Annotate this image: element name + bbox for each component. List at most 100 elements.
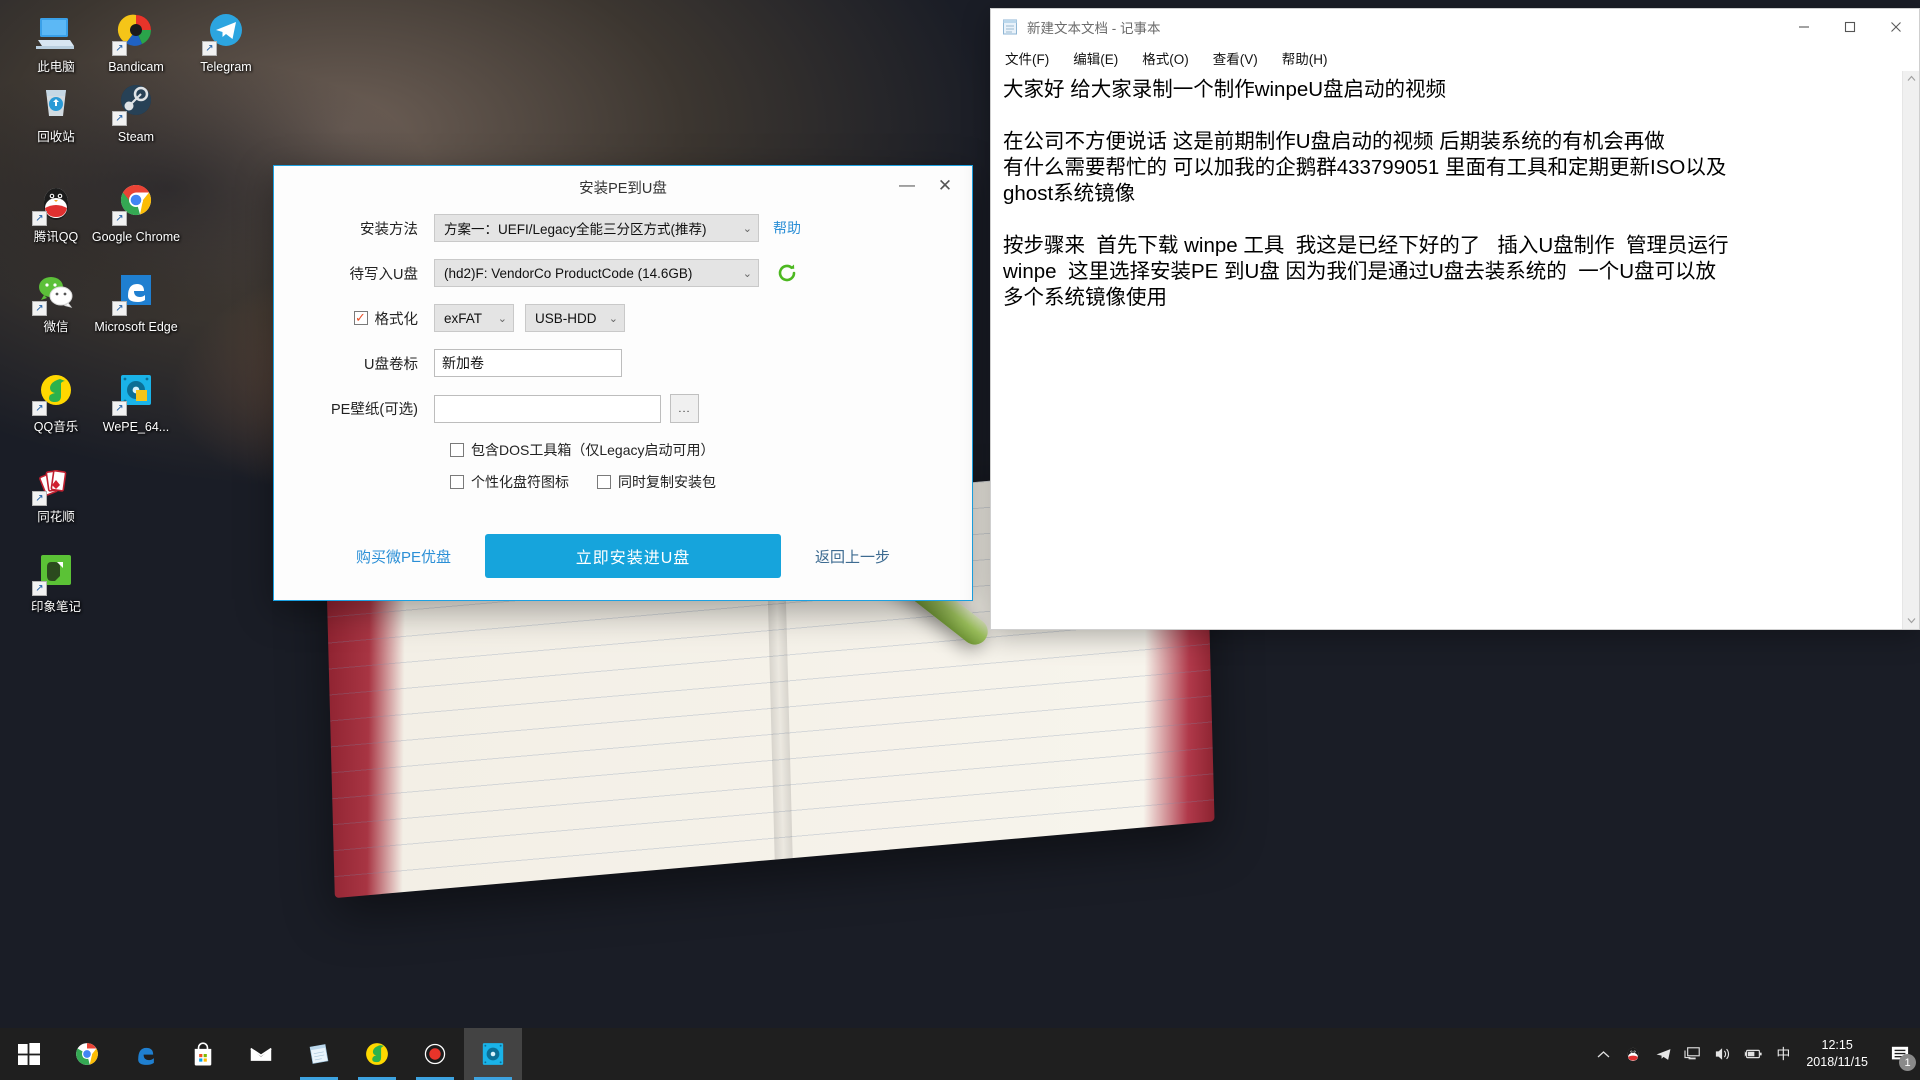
notepad-text-area[interactable]: 大家好 给大家录制一个制作winpeU盘启动的视频 在公司不方便说话 这是前期制… — [991, 71, 1902, 629]
taskbar[interactable]: 中 12:15 2018/11/15 1 — [0, 1028, 1920, 1080]
desktop-icon-wepe[interactable]: ↗ WePE_64... — [88, 368, 184, 435]
tray-tencent-qq-icon[interactable] — [1618, 1028, 1648, 1080]
install-now-button[interactable]: 立即安装进U盘 — [485, 534, 781, 578]
tencent-qq-icon: ↗ — [32, 178, 80, 226]
chevron-down-icon: ⌄ — [742, 267, 752, 280]
notepad-scrollbar[interactable] — [1902, 71, 1919, 629]
clock-date: 2018/11/15 — [1806, 1055, 1868, 1069]
notepad-window-controls — [1781, 9, 1919, 45]
back-link[interactable]: 返回上一步 — [815, 546, 890, 567]
desktop-icon-label: Bandicam — [108, 60, 164, 74]
taskbar-clock[interactable]: 12:15 2018/11/15 — [1798, 1028, 1880, 1080]
notification-count-badge: 1 — [1899, 1054, 1916, 1071]
taskbar-chrome[interactable] — [58, 1028, 116, 1080]
desktop-icon-google-chrome[interactable]: ↗ Google Chrome — [88, 178, 184, 245]
desktop-icon-steam[interactable]: ↗ Steam — [88, 78, 184, 145]
desktop-icon-evernote[interactable]: ↗ 印象笔记 — [8, 548, 104, 615]
dialog-titlebar[interactable]: 安装PE到U盘 — ✕ — [274, 166, 972, 206]
taskbar-bandicam[interactable] — [406, 1028, 464, 1080]
install-pe-dialog[interactable]: 安装PE到U盘 — ✕ 安装方法 方案一：UEFI/Legacy全能三分区方式(… — [273, 165, 973, 601]
format-checkbox[interactable] — [353, 311, 368, 325]
taskbar-qqmusic[interactable] — [348, 1028, 406, 1080]
boot-mode-select[interactable]: USB-HDD ⌄ — [525, 304, 625, 332]
target-usb-select[interactable]: (hd2)F: VendorCo ProductCode (14.6GB) ⌄ — [434, 259, 759, 287]
shortcut-arrow-icon: ↗ — [112, 111, 127, 126]
volume-label-input[interactable]: 新加卷 — [434, 349, 622, 377]
format-row: 格式化 exFAT ⌄ USB-HDD ⌄ — [274, 304, 972, 332]
desktop-icon-bandicam[interactable]: ↗ Bandicam — [88, 8, 184, 75]
chevron-up-icon[interactable] — [1588, 1028, 1618, 1080]
qq-music-icon: ↗ — [32, 368, 80, 416]
wallpaper-input[interactable] — [434, 394, 661, 423]
menu-view[interactable]: 查看(V) — [1209, 46, 1262, 70]
tray-battery-charging-icon[interactable] — [1738, 1028, 1768, 1080]
buy-wepe-usb-link[interactable]: 购买微PE优盘 — [356, 546, 451, 567]
desktop-icon-label: Microsoft Edge — [94, 320, 178, 334]
taskbar-mail[interactable] — [232, 1028, 290, 1080]
desktop-icon-tonghuashun[interactable]: ↗ 同花顺 — [8, 458, 104, 525]
dialog-close-button[interactable]: ✕ — [928, 172, 962, 200]
help-link[interactable]: 帮助 — [773, 218, 801, 238]
desktop[interactable]: 此电脑 ↗ Bandicam ↗ Telegram 回收站 ↗ Steam ↗ … — [0, 0, 1920, 1080]
shortcut-arrow-icon: ↗ — [32, 401, 47, 416]
taskbar-notepad[interactable] — [290, 1028, 348, 1080]
filesystem-select[interactable]: exFAT ⌄ — [434, 304, 514, 332]
wechat-icon: ↗ — [32, 268, 80, 316]
desktop-icon-microsoft-edge[interactable]: ↗ Microsoft Edge — [88, 268, 184, 335]
shortcut-arrow-icon: ↗ — [32, 211, 47, 226]
scroll-up-icon[interactable] — [1907, 71, 1916, 87]
taskbar-store[interactable] — [174, 1028, 232, 1080]
desktop-icon-label: WePE_64... — [102, 420, 170, 434]
dialog-minimize-button[interactable]: — — [890, 172, 924, 200]
refresh-icon[interactable] — [776, 262, 798, 284]
menu-help[interactable]: 帮助(H) — [1278, 46, 1332, 70]
notepad-maximize-button[interactable] — [1827, 9, 1873, 45]
desktop-icon-telegram[interactable]: ↗ Telegram — [178, 8, 274, 75]
menu-edit[interactable]: 编辑(E) — [1069, 46, 1122, 70]
tray-telegram-icon[interactable] — [1648, 1028, 1678, 1080]
install-method-select[interactable]: 方案一：UEFI/Legacy全能三分区方式(推荐) ⌄ — [434, 214, 759, 242]
tray-network-icon[interactable] — [1678, 1028, 1708, 1080]
start-button[interactable] — [0, 1028, 58, 1080]
notepad-titlebar[interactable]: 新建文本文档 - 记事本 — [991, 9, 1919, 45]
dialog-body: 安装方法 方案一：UEFI/Legacy全能三分区方式(推荐) ⌄ 帮助 待写入… — [274, 206, 972, 492]
copy-installer-label: 同时复制安装包 — [618, 474, 716, 490]
taskbar-edge[interactable] — [116, 1028, 174, 1080]
scroll-down-icon[interactable] — [1907, 613, 1916, 629]
taskbar-wepe[interactable] — [464, 1028, 522, 1080]
option-extra-row: 个性化盘符图标 同时复制安装包 — [450, 472, 972, 492]
wallpaper-label: PE壁纸(可选) — [331, 402, 418, 418]
menu-file[interactable]: 文件(F) — [1001, 46, 1053, 70]
tray-volume-icon[interactable] — [1708, 1028, 1738, 1080]
action-center-button[interactable]: 1 — [1880, 1028, 1920, 1080]
wallpaper-row: PE壁纸(可选) ... — [274, 394, 972, 423]
chevron-down-icon: ⌄ — [742, 222, 752, 235]
shortcut-arrow-icon: ↗ — [112, 211, 127, 226]
notepad-close-button[interactable] — [1873, 9, 1919, 45]
custom-drive-icon-checkbox[interactable] — [450, 475, 464, 489]
clock-time: 12:15 — [1821, 1038, 1853, 1052]
desktop-icon-label: 印象笔记 — [30, 600, 81, 614]
desktop-icon-label: Steam — [117, 130, 155, 144]
notepad-window[interactable]: 新建文本文档 - 记事本 文件(F) 编辑(E) 格式(O) 查看(V) 帮助(… — [990, 8, 1920, 630]
target-usb-value: (hd2)F: VendorCo ProductCode (14.6GB) — [444, 265, 693, 281]
notepad-minimize-button[interactable] — [1781, 9, 1827, 45]
copy-installer-checkbox[interactable] — [597, 475, 611, 489]
dos-toolbox-checkbox[interactable] — [450, 443, 464, 457]
install-method-value: 方案一：UEFI/Legacy全能三分区方式(推荐) — [444, 222, 707, 237]
bandicam-icon: ↗ — [112, 8, 160, 56]
shortcut-arrow-icon: ↗ — [32, 301, 47, 316]
dialog-title: 安装PE到U盘 — [579, 181, 667, 197]
menu-format[interactable]: 格式(O) — [1138, 46, 1193, 70]
dialog-footer: 购买微PE优盘 立即安装进U盘 返回上一步 — [274, 512, 972, 600]
notepad-menubar: 文件(F) 编辑(E) 格式(O) 查看(V) 帮助(H) — [991, 45, 1919, 71]
evernote-icon: ↗ — [32, 548, 80, 596]
wepe-icon: ↗ — [112, 368, 160, 416]
notepad-title: 新建文本文档 - 记事本 — [1027, 21, 1161, 36]
browse-button[interactable]: ... — [670, 394, 699, 423]
notepad-icon — [1001, 18, 1019, 36]
tray-ime-chinese-icon[interactable]: 中 — [1768, 1028, 1798, 1080]
recycle-bin-icon — [32, 78, 80, 126]
format-label: 格式化 — [374, 311, 419, 328]
shortcut-arrow-icon: ↗ — [202, 41, 217, 56]
